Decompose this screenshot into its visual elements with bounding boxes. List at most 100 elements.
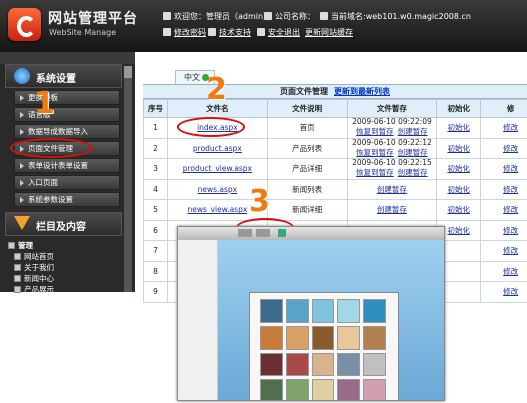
file-link[interactable]: product.aspx — [193, 144, 242, 153]
init-link[interactable]: 初始化 — [447, 205, 470, 214]
page-icon — [14, 253, 21, 260]
texture-swatch[interactable] — [337, 352, 361, 377]
app-title: 网站管理平台 — [48, 11, 138, 27]
edit-link[interactable]: 修改 — [503, 185, 518, 194]
init-link[interactable]: 初始化 — [447, 164, 470, 173]
row-init-cell: 初始化 — [436, 117, 482, 139]
init-link[interactable]: 初始化 — [447, 144, 470, 153]
row-file-cell: product.aspx — [166, 137, 268, 159]
tree-item-products[interactable]: 产品展示 — [14, 284, 54, 295]
init-link[interactable]: 初始化 — [447, 226, 470, 235]
staging-link[interactable]: 创建暂存 — [398, 127, 428, 136]
edit-link[interactable]: 修改 — [503, 226, 518, 235]
texture-swatch[interactable] — [311, 299, 335, 323]
sidebar-item-form-design[interactable]: 表单设计表单设置 — [14, 158, 120, 173]
edit-link[interactable]: 修改 — [503, 205, 518, 214]
init-link[interactable]: 初始化 — [447, 185, 470, 194]
texture-swatch[interactable] — [363, 352, 386, 377]
staging-link[interactable]: 恢复到暂存 — [356, 148, 394, 157]
staging-link[interactable]: 创建暂存 — [398, 148, 428, 157]
staging-link[interactable]: 恢复到暂存 — [356, 168, 394, 177]
edit-link[interactable]: 修改 — [503, 287, 518, 296]
tech-support-link[interactable]: 技术支持 — [208, 27, 251, 38]
texture-swatch[interactable] — [311, 352, 335, 377]
sidebar-item-entry-page[interactable]: 入口页面 — [14, 175, 120, 190]
row-staging-cell: 2009-06-10 09:22:09 恢复到暂存 创建暂存 — [346, 117, 438, 139]
row-edit-cell: 修改 — [480, 219, 527, 241]
scroll-thumb[interactable] — [124, 66, 132, 78]
section-system-settings[interactable]: 系统设置 — [5, 64, 122, 88]
init-link[interactable]: 初始化 — [447, 123, 470, 132]
update-cache-link[interactable]: 更新网站缓存 — [305, 27, 353, 38]
row-edit-cell: 修改 — [480, 199, 527, 221]
texture-swatch[interactable] — [285, 325, 309, 350]
texture-swatch[interactable] — [337, 379, 361, 400]
row-number: 5 — [143, 199, 168, 221]
support-icon — [208, 28, 216, 36]
file-link[interactable]: news_view.aspx — [187, 205, 247, 214]
staging-link[interactable]: 创建暂存 — [377, 185, 407, 194]
tree-item-home[interactable]: 网站首页 — [14, 251, 54, 262]
tree-item-news[interactable]: 新闻中心 — [14, 273, 54, 284]
sidebar-item-system-params[interactable]: 系统参数设置 — [14, 192, 120, 207]
row-description: 产品详细 — [266, 158, 348, 180]
sidebar-item-data-import[interactable]: 数据导成数据导入 — [14, 124, 120, 139]
template-editor-preview — [177, 226, 445, 401]
edit-link[interactable]: 修改 — [503, 123, 518, 132]
section-columns-content[interactable]: 栏目及内容 — [5, 212, 122, 236]
sidebar: 系统设置 更换模板 语言版 数据导成数据导入 页面文件管理 表单设计表单设置 入… — [0, 52, 135, 295]
texture-swatch[interactable] — [285, 379, 309, 400]
texture-swatch[interactable] — [285, 299, 309, 323]
edit-link[interactable]: 修改 — [503, 164, 518, 173]
texture-swatch[interactable] — [363, 379, 386, 400]
staging-link[interactable]: 创建暂存 — [377, 205, 407, 214]
row-init-cell: 初始化 — [436, 178, 482, 200]
texture-swatch[interactable] — [363, 325, 386, 350]
row-edit-cell: 修改 — [480, 158, 527, 180]
tree-item-about[interactable]: 关于我们 — [14, 262, 54, 273]
tree-root[interactable]: 管理 — [8, 240, 33, 251]
sidebar-item-language[interactable]: 语言版 — [14, 107, 120, 122]
row-number: 3 — [143, 158, 168, 180]
col-init: 初始化 — [436, 99, 482, 118]
row-description: 首页 — [266, 117, 348, 139]
staging-link[interactable]: 创建暂存 — [398, 168, 428, 177]
texture-swatch[interactable] — [260, 379, 283, 400]
row-edit-cell: 修改 — [480, 117, 527, 139]
texture-swatch[interactable] — [260, 325, 283, 350]
sidebar-scrollbar[interactable] — [124, 66, 132, 292]
sidebar-item-change-template[interactable]: 更换模板 — [14, 90, 120, 105]
texture-swatch[interactable] — [260, 299, 283, 323]
edit-link[interactable]: 修改 — [503, 246, 518, 255]
company-icon — [264, 12, 272, 20]
texture-swatch[interactable] — [311, 379, 335, 400]
highlight-oval — [177, 117, 245, 137]
staging-link[interactable]: 恢复到暂存 — [356, 127, 394, 136]
row-edit-cell: 修改 — [480, 260, 527, 282]
folder-icon — [14, 264, 21, 271]
table-row: 2 product.aspx 产品列表 2009-06-10 09:22:12 恢复到暂… — [143, 137, 527, 159]
col-staging: 文件暂存 — [346, 99, 438, 118]
texture-swatch[interactable] — [285, 352, 309, 377]
file-link[interactable]: product_view.aspx — [183, 164, 252, 173]
key-icon — [163, 28, 171, 36]
texture-swatch[interactable] — [363, 299, 386, 323]
row-edit-cell: 修改 — [480, 240, 527, 262]
texture-swatch[interactable] — [337, 325, 361, 350]
change-password-link[interactable]: 修改密码 — [163, 27, 206, 38]
preview-texture-panel — [249, 292, 399, 400]
texture-swatch[interactable] — [311, 325, 335, 350]
sidebar-top-bar — [0, 52, 135, 64]
row-edit-cell: 修改 — [480, 178, 527, 200]
logout-link[interactable]: 安全退出 — [257, 27, 300, 38]
col-edit: 修 — [480, 99, 527, 118]
edit-link[interactable]: 修改 — [503, 144, 518, 153]
refresh-list-link[interactable]: 更新到最新列表 — [334, 87, 390, 96]
edit-link[interactable]: 修改 — [503, 267, 518, 276]
table-row: 4 news.aspx 新闻列表 创建暂存 初始化 修改 — [143, 178, 527, 200]
row-init-cell: 初始化 — [436, 158, 482, 180]
col-number: 序号 — [143, 99, 168, 118]
texture-swatch[interactable] — [337, 299, 361, 323]
file-link[interactable]: news.aspx — [198, 185, 238, 194]
texture-swatch[interactable] — [260, 352, 283, 377]
